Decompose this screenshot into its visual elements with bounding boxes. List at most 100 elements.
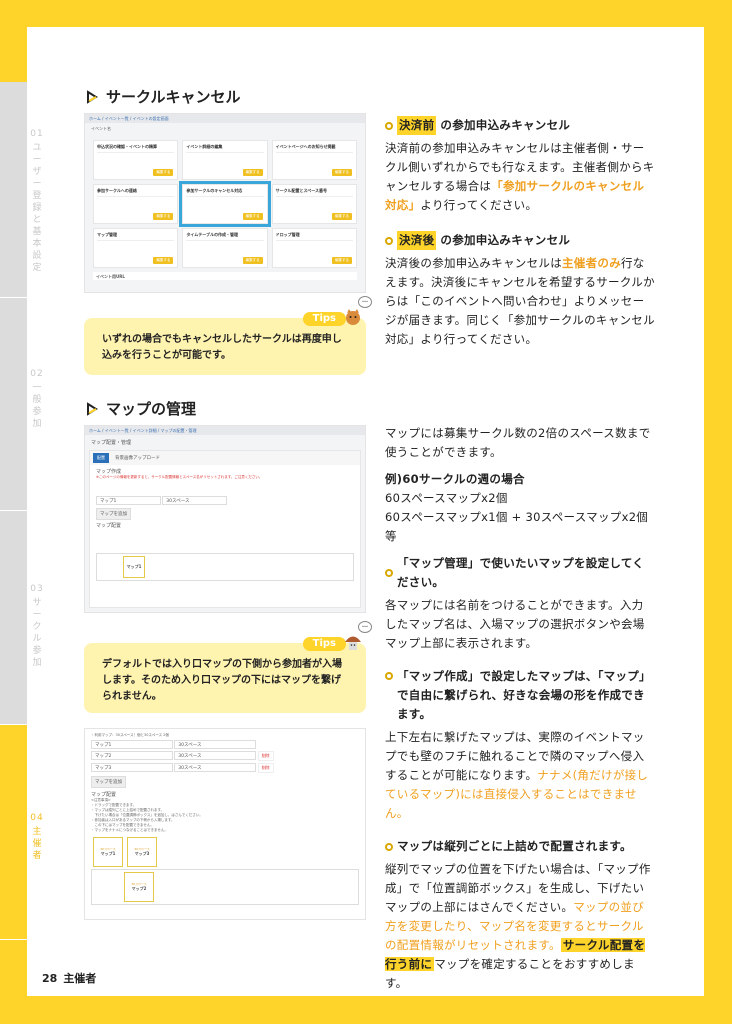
- note-line: ・マップをナナメにつなげることはできません。: [91, 828, 168, 832]
- settings-card: タイムテーブルの作成・管理編集する: [182, 228, 268, 268]
- space-select[interactable]: 30スペース: [174, 751, 257, 760]
- map-layout-label: マップ配置: [96, 523, 122, 529]
- section-title-map: マップの管理: [86, 398, 196, 419]
- delete-button[interactable]: 削除: [257, 763, 274, 773]
- tips-text: いずれの場合でもキャンセルしたサークルは再度申し込みを行うことが可能です。: [102, 334, 342, 361]
- space-select[interactable]: 30スペース: [162, 496, 228, 505]
- after-payment-heading: 決済後 の参加申込みキャンセル: [385, 231, 655, 250]
- map-name-input[interactable]: マップ1: [96, 496, 161, 505]
- settings-card: サークル配置とスペース番号編集する: [271, 184, 357, 224]
- mascot-cat-icon: [346, 309, 360, 325]
- heading-text: の参加申込みキャンセル: [440, 233, 571, 247]
- page-title: マップ配置・管理: [91, 440, 132, 446]
- point2-text: 上下左右に繋げたマップは、実際のイベントマップでも壁のフチに触れることで隣のマッ…: [385, 730, 649, 820]
- bullet-icon: [385, 569, 393, 577]
- bullet-icon: [385, 236, 393, 245]
- heading-text: の参加申込みキャンセル: [440, 118, 571, 132]
- settings-card: ドロップ管理 編集する: [271, 228, 357, 268]
- settings-card: マップ管理 編集する: [93, 228, 179, 268]
- map-row: マップ1 30スペース: [91, 740, 359, 749]
- screenshot-map-management: ホーム / イベント一覧 / イベント詳細 / マップの配置・管理 マップ配置・…: [84, 425, 366, 613]
- card-title: サークル配置とスペース番号: [275, 188, 353, 197]
- edit-button[interactable]: 編集する: [153, 169, 174, 176]
- map-name-input[interactable]: マップ1: [91, 740, 173, 749]
- page-footer: 28 主催者: [42, 970, 96, 986]
- speech-bubble-icon: …: [358, 296, 372, 308]
- map-name-input[interactable]: マップ3: [91, 763, 173, 772]
- edit-button[interactable]: 編集する: [332, 213, 352, 220]
- space-select[interactable]: 30スペース: [174, 763, 257, 772]
- mascot-mushroom-icon: [345, 636, 361, 650]
- card-title: イベントページへのお知らせ掲載: [275, 144, 353, 153]
- edit-button[interactable]: 編集する: [242, 169, 263, 176]
- screenshot-event-settings: ホーム / イベント一覧 / イベントの設定画面 イベント名 申込状況の確認・イ…: [84, 113, 366, 293]
- tips-box-map: Tips … デフォルトでは入り口マップの下側から参加者が入場します。そのため入…: [84, 621, 372, 713]
- tips-label: Tips: [302, 637, 346, 651]
- section-title-text: サークルキャンセル: [106, 88, 241, 106]
- card-title: タイムテーブルの作成・管理: [186, 232, 264, 241]
- example-line: 60スペースマップx2個: [385, 491, 508, 505]
- map-layout-label: マップ配置: [91, 792, 117, 798]
- before-payment-text: 決済前の参加申込みキャンセルは主催者側・サークル側いずれからでも行なえます。主催…: [385, 141, 655, 212]
- page-label: イベント名: [91, 126, 111, 131]
- settings-card: イベント詳細の編集編集する: [182, 140, 268, 180]
- map-create-label: マップ作成: [96, 469, 122, 475]
- settings-card: イベントページへのお知らせ掲載編集する: [271, 140, 357, 180]
- map-box[interactable]: 30スペース マップ2: [124, 872, 154, 902]
- tips-box-cancel: Tips … いずれの場合でもキャンセルしたサークルは再度申し込みを行うことが可…: [84, 296, 372, 375]
- map-box[interactable]: 30スペース マップ1: [93, 837, 123, 867]
- event-url-card: イベント用URL: [93, 272, 357, 280]
- map-row: マップ3 30スペース 削除: [91, 763, 359, 773]
- add-map-button[interactable]: マップを追加: [91, 776, 126, 788]
- map-name-input[interactable]: マップ2: [91, 751, 173, 760]
- settings-card: 参加サークルのキャンセル対応 編集する: [179, 181, 271, 227]
- space-select[interactable]: 30スペース: [174, 740, 257, 749]
- sidebar-label-02: 02 一般参加: [30, 369, 44, 429]
- edit-button[interactable]: 編集する: [242, 213, 263, 220]
- usage-text: ・利用マップ：30スペース！個と30スペース 2個: [91, 733, 169, 737]
- sidebar-tab-04[interactable]: [0, 725, 27, 940]
- point2-heading: 「マップ作成」で設定したマップは、「マップ」で自由に繋げられ、好きな会場の形を作…: [385, 667, 655, 724]
- bullet-icon: [385, 842, 393, 851]
- settings-card: 参加サークルへの連絡 編集する: [93, 184, 179, 224]
- point1-text: 各マップには名前をつけることができます。入力したマップ名は、入場マップの選択ボタ…: [385, 598, 645, 650]
- bullet-icon: [385, 121, 393, 130]
- edit-button[interactable]: 編集する: [153, 257, 174, 264]
- map-box[interactable]: 30スペース マップ3: [127, 837, 157, 867]
- tips-label: Tips: [302, 312, 346, 326]
- tag-before: 決済前: [397, 116, 437, 135]
- card-title: イベント詳細の編集: [186, 144, 264, 153]
- sidebar-label-03: 03 サークル参加: [30, 584, 44, 668]
- point3-text: 縦列でマップの位置を下げたい場合は、「マップ作成」で「位置調節ボックス」を生成し…: [385, 862, 651, 990]
- example-title: 例)60サークルの週の場合: [385, 472, 525, 486]
- map-explanation: マップには募集サークル数の2倍のスペース数まで使うことができます。 例)60サー…: [385, 424, 655, 997]
- tab-background-upload[interactable]: 背景画像アップロード: [115, 455, 160, 461]
- settings-card: 申込状況の確認・イベントの精算編集する: [93, 140, 179, 180]
- section-title-text: マップの管理: [106, 400, 197, 418]
- edit-button[interactable]: 編集する: [332, 257, 352, 264]
- sidebar-tab-02[interactable]: [0, 298, 27, 511]
- map-row: マップ2 30スペース 削除: [91, 751, 359, 761]
- footer-section: 主催者: [63, 972, 97, 985]
- play-icon: [87, 401, 98, 416]
- point3-heading: マップは縦列ごとに上詰めで配置されます。: [385, 837, 655, 856]
- map-box[interactable]: マップ1: [123, 556, 145, 578]
- tips-text: デフォルトでは入り口マップの下側から参加者が入場します。そのため入り口マップの下…: [102, 659, 342, 702]
- speech-bubble-icon: …: [358, 621, 372, 633]
- add-map-button[interactable]: マップを追加: [96, 508, 131, 520]
- tab-layout[interactable]: 配置: [93, 453, 109, 463]
- breadcrumb: ホーム / イベント一覧 / イベントの設定画面: [85, 114, 365, 123]
- edit-button[interactable]: 編集する: [153, 213, 174, 220]
- breadcrumb: ホーム / イベント一覧 / イベント詳細 / マップの配置・管理: [85, 426, 365, 435]
- card-title: 申込状況の確認・イベントの精算: [97, 144, 175, 153]
- sidebar-label-04: 04 主催者: [30, 813, 44, 861]
- edit-button[interactable]: 編集する: [332, 169, 352, 176]
- sidebar-tab-03[interactable]: [0, 511, 27, 725]
- bullet-icon: [385, 672, 393, 680]
- delete-button[interactable]: 削除: [257, 751, 274, 761]
- section-title-cancel: サークルキャンセル: [86, 86, 241, 107]
- sidebar-tab-01[interactable]: [0, 82, 27, 298]
- screenshot-map-layout: ・利用マップ：30スペース！個と30スペース 2個 マップ1 30スペース マッ…: [84, 728, 366, 920]
- cancel-explanation: 決済前 の参加申込みキャンセル 決済前の参加申込みキャンセルは主催者側・サークル側…: [385, 116, 655, 353]
- edit-button[interactable]: 編集する: [242, 257, 263, 264]
